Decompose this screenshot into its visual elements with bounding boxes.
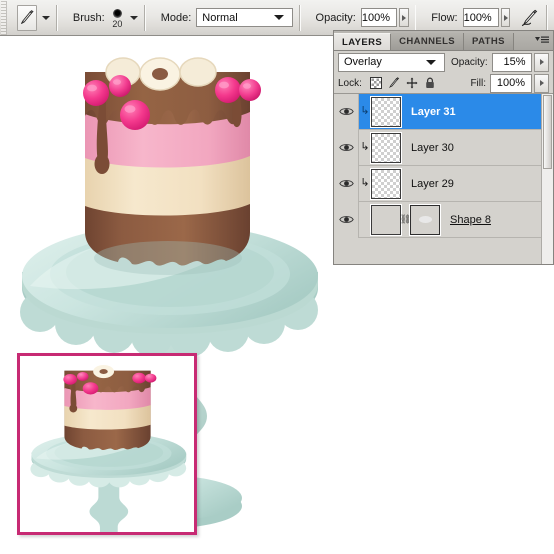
vector-mask-thumbnail[interactable]: [409, 203, 441, 236]
cake-artwork-preview: [20, 356, 194, 532]
opacity-slider-button[interactable]: [399, 8, 409, 27]
flow-input[interactable]: 100%: [462, 8, 499, 27]
toolbar-separator: [546, 4, 548, 31]
tab-channels[interactable]: CHANNELS: [391, 33, 465, 50]
lock-image-pixels-icon[interactable]: [388, 77, 401, 90]
layer-thumbnail[interactable]: [370, 203, 402, 236]
cake-drip-left-drop: [94, 154, 110, 174]
toolbar-separator: [414, 4, 417, 31]
layers-panel: LAYERS CHANNELS PATHS Overlay Opacity: 1…: [333, 30, 554, 265]
toolbar-drag-grip[interactable]: [1, 0, 8, 35]
clipping-mask-arrow-icon: ↳: [360, 141, 370, 153]
spinner-arrow-icon: [503, 14, 508, 21]
table-row[interactable]: ↳ Layer 31: [334, 94, 553, 130]
layer-opacity-label: Opacity:: [451, 56, 488, 68]
fill-input[interactable]: 100%: [490, 73, 532, 93]
blend-mode-row: Overlay Opacity: 15%: [334, 51, 553, 73]
brush-size-value: 20: [112, 18, 123, 29]
move-cross-icon: [406, 77, 418, 89]
layer-thumbnail[interactable]: [370, 95, 402, 128]
toolbar-separator: [56, 4, 58, 31]
layer-visibility-toggle[interactable]: [334, 129, 359, 166]
layer-blend-mode-value: Overlay: [344, 56, 382, 68]
brush-small-icon: [389, 77, 400, 88]
airbrush-toggle-button[interactable]: [520, 6, 540, 30]
clipping-mask-arrow-icon: ↳: [360, 177, 370, 189]
brush-chevron-down-icon[interactable]: [130, 15, 139, 20]
layer-thumbnail[interactable]: [370, 167, 402, 200]
table-row[interactable]: ↳ Layer 30: [334, 129, 553, 166]
layer-name[interactable]: Shape 8: [450, 214, 491, 226]
eye-icon: [338, 108, 354, 115]
lock-transparent-pixels-icon[interactable]: [370, 77, 383, 90]
layer-blend-mode-select[interactable]: Overlay: [338, 52, 446, 72]
layer-name[interactable]: Layer 30: [411, 142, 454, 154]
brush-tip-icon: [112, 8, 122, 18]
table-row[interactable]: ⛓ Shape 8: [334, 201, 553, 238]
tab-layers[interactable]: LAYERS: [334, 33, 392, 50]
layer-name[interactable]: Layer 29: [411, 178, 454, 190]
flow-label: Flow:: [431, 11, 458, 24]
vector-mask-shape-icon: [418, 216, 432, 223]
chevron-down-icon: [426, 59, 437, 65]
tool-preset-swatch[interactable]: [17, 4, 38, 31]
mode-label: Mode:: [160, 11, 192, 24]
blend-mode-value: Normal: [202, 11, 238, 24]
padlock-icon: [426, 77, 435, 88]
panel-menu-glyph-icon: [535, 36, 549, 43]
flow-slider-button[interactable]: [500, 8, 511, 27]
lock-all-icon[interactable]: [424, 77, 437, 90]
layer-opacity-slider-button[interactable]: [534, 52, 550, 72]
spinner-arrow-icon: [539, 59, 544, 65]
photoshop-window: Brush: 20 Mode: Normal Opacity: 100% Flo…: [0, 0, 554, 554]
layer-visibility-toggle[interactable]: [334, 94, 359, 130]
airbrush-icon: [522, 9, 538, 26]
eye-icon: [338, 180, 354, 187]
layer-thumbnail[interactable]: [370, 131, 402, 164]
panel-menu-icon[interactable]: [535, 34, 549, 46]
lock-row: Lock: Fill: 100%: [334, 73, 553, 93]
brush-preset-preview[interactable]: 20: [110, 7, 125, 29]
spinner-arrow-icon: [539, 80, 544, 86]
scrollbar-thumb[interactable]: [543, 95, 552, 169]
selection-preview-content: [20, 356, 194, 532]
clipping-mask-arrow-icon: ↳: [360, 105, 370, 117]
opacity-label: Opacity:: [315, 11, 356, 24]
chevron-down-icon: [273, 15, 284, 20]
tab-paths[interactable]: PATHS: [464, 33, 514, 50]
brush-icon: [21, 9, 34, 24]
spinner-arrow-icon: [401, 14, 406, 21]
layer-name[interactable]: Layer 31: [411, 106, 456, 118]
layer-visibility-toggle[interactable]: [334, 201, 359, 238]
fill-label: Fill:: [470, 77, 486, 89]
lock-label: Lock:: [338, 77, 362, 89]
layer-list[interactable]: ↳ Layer 31 ↳ Layer 30 ↳ Layer 29 ⛓ Shape…: [334, 93, 553, 264]
selection-preview-box[interactable]: [17, 353, 197, 535]
fill-slider-button[interactable]: [534, 73, 549, 93]
lock-button-group: [370, 77, 437, 90]
brush-label: Brush:: [72, 11, 105, 24]
opacity-input[interactable]: 100%: [360, 8, 398, 27]
layer-opacity-input[interactable]: 15%: [491, 52, 533, 72]
blend-mode-select[interactable]: Normal: [196, 8, 293, 27]
layer-visibility-toggle[interactable]: [334, 165, 359, 202]
checkerboard-square-icon: [370, 77, 383, 89]
lock-position-icon[interactable]: [406, 77, 419, 90]
toolbar-separator: [298, 4, 301, 31]
toolbar-separator: [144, 4, 146, 31]
eye-icon: [338, 216, 354, 223]
table-row[interactable]: ↳ Layer 29: [334, 165, 553, 202]
cake-contact-shadow: [94, 241, 242, 275]
tool-preset-chevron-down-icon[interactable]: [42, 15, 51, 20]
eye-icon: [338, 144, 354, 151]
layer-list-scrollbar[interactable]: [541, 94, 553, 264]
layer-link-icon[interactable]: ⛓: [400, 214, 411, 225]
panel-tab-strip: LAYERS CHANNELS PATHS: [334, 31, 553, 51]
